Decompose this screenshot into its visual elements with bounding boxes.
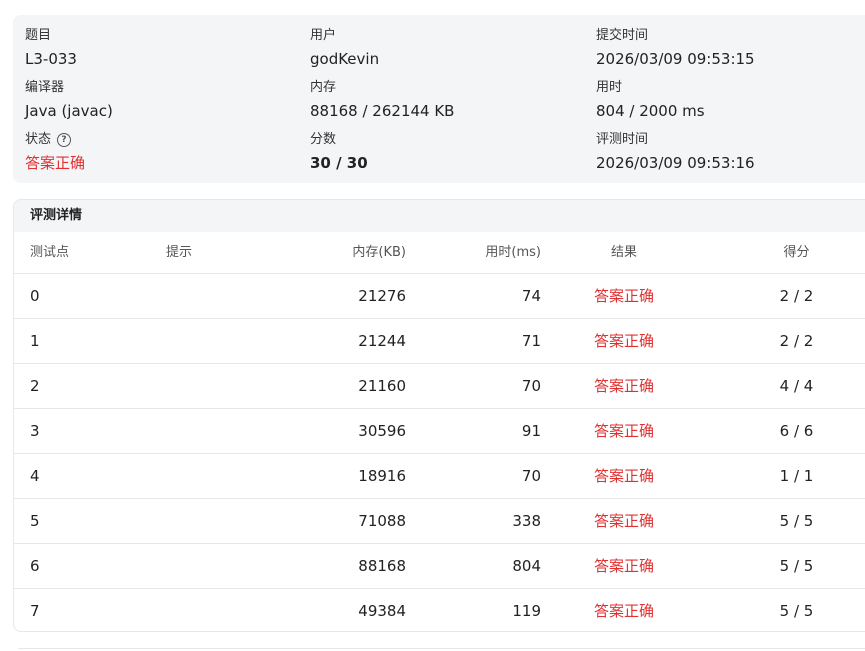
case-memory: 21244 bbox=[358, 332, 406, 350]
judge-detail-title: 评测详情 bbox=[14, 200, 865, 232]
case-time: 70 bbox=[521, 377, 541, 395]
case-memory: 21160 bbox=[358, 377, 406, 395]
judge-time-field: 评测时间 2026/03/09 09:53:16 bbox=[596, 132, 755, 172]
case-memory: 21276 bbox=[358, 287, 406, 305]
column-header-case: 测试点 bbox=[30, 245, 70, 260]
case-result: 答案正确 bbox=[593, 467, 654, 485]
user-label: 用户 bbox=[310, 28, 337, 43]
problem-label: 题目 bbox=[25, 28, 52, 43]
problem-field: 题目 L3-033 bbox=[25, 28, 77, 68]
case-memory: 49384 bbox=[358, 602, 406, 620]
submit-time-field: 提交时间 2026/03/09 09:53:15 bbox=[596, 28, 755, 68]
column-header-hint: 提示 bbox=[166, 245, 193, 260]
case-memory: 18916 bbox=[358, 467, 406, 485]
table-row: 7 49384 119 答案正确 5 / 5 bbox=[14, 589, 865, 631]
column-header-memory: 内存(KB) bbox=[352, 245, 406, 260]
case-id: 0 bbox=[30, 287, 40, 305]
table-header: 测试点 提示 内存(KB) 用时(ms) 结果 得分 bbox=[14, 232, 865, 274]
case-id: 7 bbox=[30, 602, 40, 620]
case-time: 804 bbox=[512, 557, 541, 575]
submit-time-label: 提交时间 bbox=[596, 28, 649, 43]
score-field: 分数 30 / 30 bbox=[310, 132, 368, 172]
case-id: 2 bbox=[30, 377, 40, 395]
case-memory: 71088 bbox=[358, 512, 406, 530]
case-score: 5 / 5 bbox=[779, 512, 814, 530]
case-time: 70 bbox=[521, 467, 541, 485]
divider bbox=[18, 648, 865, 649]
compiler-field: 编译器 Java (javac) bbox=[25, 80, 113, 120]
table-row: 1 21244 71 答案正确 2 / 2 bbox=[14, 319, 865, 364]
case-score: 5 / 5 bbox=[779, 602, 814, 620]
case-time: 74 bbox=[521, 287, 541, 305]
question-circle-icon[interactable]: ? bbox=[57, 133, 72, 147]
table-row: 6 88168 804 答案正确 5 / 5 bbox=[14, 544, 865, 589]
column-header-score: 得分 bbox=[783, 245, 810, 260]
compiler-label: 编译器 bbox=[25, 80, 65, 95]
time-field: 用时 804 / 2000 ms bbox=[596, 80, 705, 120]
case-id: 6 bbox=[30, 557, 40, 575]
case-score: 1 / 1 bbox=[779, 467, 814, 485]
score-label: 分数 bbox=[310, 132, 337, 147]
case-score: 6 / 6 bbox=[779, 422, 814, 440]
submission-summary: 题目 L3-033 用户 godKevin 提交时间 2026/03/09 09… bbox=[13, 15, 865, 183]
problem-value[interactable]: L3-033 bbox=[25, 50, 77, 68]
compiler-value: Java (javac) bbox=[25, 102, 113, 120]
judge-detail-panel: 评测详情 测试点 提示 内存(KB) 用时(ms) 结果 得分 0 21276 … bbox=[13, 199, 865, 632]
case-result: 答案正确 bbox=[593, 377, 654, 395]
user-value[interactable]: godKevin bbox=[310, 50, 379, 68]
table-row: 0 21276 74 答案正确 2 / 2 bbox=[14, 274, 865, 319]
table-body: 0 21276 74 答案正确 2 / 2 1 21244 71 答案正确 2 … bbox=[14, 274, 865, 631]
case-id: 5 bbox=[30, 512, 40, 530]
case-result: 答案正确 bbox=[593, 557, 654, 575]
table-row: 3 30596 91 答案正确 6 / 6 bbox=[14, 409, 865, 454]
column-header-result: 结果 bbox=[610, 245, 637, 260]
column-header-time: 用时(ms) bbox=[485, 245, 541, 260]
case-score: 2 / 2 bbox=[779, 332, 814, 350]
case-score: 4 / 4 bbox=[779, 377, 814, 395]
table-row: 5 71088 338 答案正确 5 / 5 bbox=[14, 499, 865, 544]
status-label: 状态 bbox=[25, 132, 52, 147]
time-value: 804 / 2000 ms bbox=[596, 102, 705, 120]
case-score: 2 / 2 bbox=[779, 287, 814, 305]
user-field: 用户 godKevin bbox=[310, 28, 379, 68]
case-result: 答案正确 bbox=[593, 287, 654, 305]
score-value: 30 / 30 bbox=[310, 154, 368, 172]
judge-time-label: 评测时间 bbox=[596, 132, 649, 147]
table-row: 4 18916 70 答案正确 1 / 1 bbox=[14, 454, 865, 499]
status-field: 状态 ? 答案正确 bbox=[25, 132, 85, 172]
case-id: 3 bbox=[30, 422, 40, 440]
case-id: 4 bbox=[30, 467, 40, 485]
case-result: 答案正确 bbox=[593, 602, 654, 620]
status-value: 答案正确 bbox=[25, 154, 86, 172]
case-result: 答案正确 bbox=[593, 422, 654, 440]
case-result: 答案正确 bbox=[593, 512, 654, 530]
case-id: 1 bbox=[30, 332, 40, 350]
case-score: 5 / 5 bbox=[779, 557, 814, 575]
time-label: 用时 bbox=[596, 80, 623, 95]
judge-time-value: 2026/03/09 09:53:16 bbox=[596, 154, 755, 172]
case-time: 91 bbox=[521, 422, 541, 440]
memory-field: 内存 88168 / 262144 KB bbox=[310, 80, 454, 120]
case-result: 答案正确 bbox=[593, 332, 654, 350]
case-memory: 30596 bbox=[358, 422, 406, 440]
memory-label: 内存 bbox=[310, 80, 337, 95]
submit-time-value: 2026/03/09 09:53:15 bbox=[596, 50, 755, 68]
case-time: 119 bbox=[512, 602, 541, 620]
case-time: 338 bbox=[512, 512, 541, 530]
case-memory: 88168 bbox=[358, 557, 406, 575]
table-row: 2 21160 70 答案正确 4 / 4 bbox=[14, 364, 865, 409]
memory-value: 88168 / 262144 KB bbox=[310, 102, 455, 120]
case-time: 71 bbox=[521, 332, 541, 350]
